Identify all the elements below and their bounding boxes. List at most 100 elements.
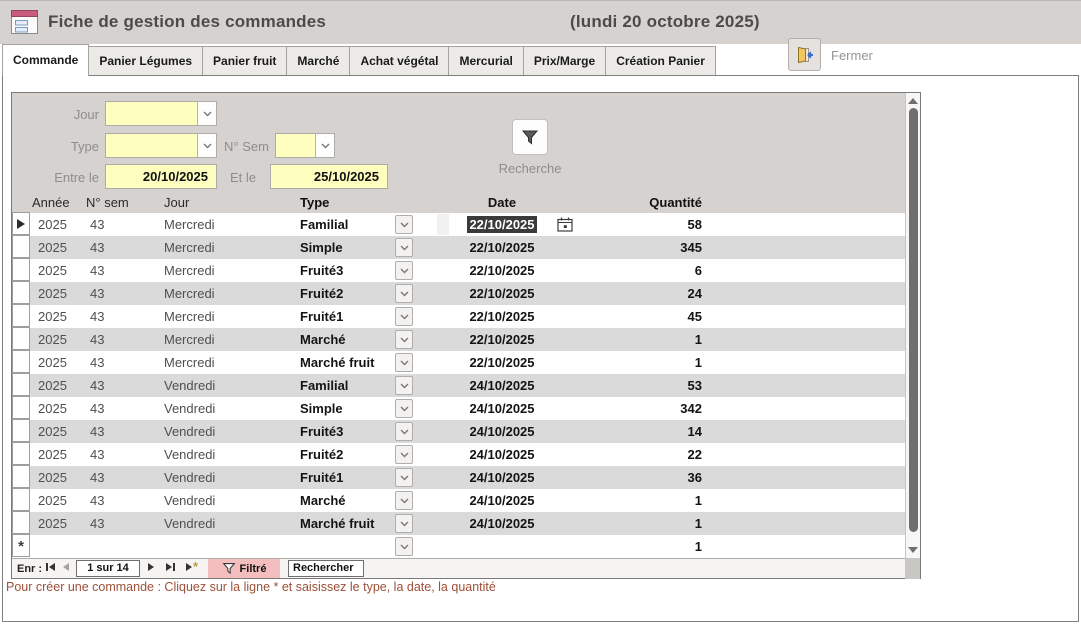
cell-type[interactable]: Fruité1 bbox=[300, 466, 393, 489]
type-dropdown-button[interactable] bbox=[395, 353, 413, 372]
cell-date[interactable]: 24/10/2025 bbox=[449, 397, 555, 420]
record-selector[interactable] bbox=[12, 304, 30, 327]
cell-date[interactable]: 24/10/2025 bbox=[449, 420, 555, 443]
cell-date[interactable]: 22/10/2025 bbox=[449, 236, 555, 259]
cell-date[interactable]: 22/10/2025 bbox=[449, 328, 555, 351]
record-selector[interactable] bbox=[12, 419, 30, 442]
cell-quantite[interactable]: 345 bbox=[604, 236, 702, 259]
tab-march-[interactable]: Marché bbox=[286, 46, 350, 75]
cell-quantite[interactable]: 1 bbox=[604, 351, 702, 374]
record-selector[interactable] bbox=[12, 281, 30, 304]
type-dropdown-button[interactable] bbox=[395, 491, 413, 510]
cell-date[interactable]: 22/10/2025 bbox=[449, 213, 555, 236]
cell-type[interactable]: Simple bbox=[300, 397, 393, 420]
recherche-button[interactable] bbox=[512, 119, 548, 155]
cell-type[interactable]: Fruité2 bbox=[300, 443, 393, 466]
next-record-button[interactable] bbox=[148, 563, 154, 571]
cell-date[interactable]: 24/10/2025 bbox=[449, 512, 555, 535]
type-dropdown-button[interactable] bbox=[395, 284, 413, 303]
type-dropdown-button[interactable] bbox=[395, 330, 413, 349]
cell-date[interactable]: 24/10/2025 bbox=[449, 489, 555, 512]
cell-quantite[interactable]: 53 bbox=[604, 374, 702, 397]
entre-le-date-field[interactable]: 20/10/2025 bbox=[105, 164, 217, 189]
cell-quantite[interactable]: 1 bbox=[604, 535, 702, 558]
cell-quantite[interactable]: 24 bbox=[604, 282, 702, 305]
cell-date[interactable]: 24/10/2025 bbox=[449, 443, 555, 466]
cell-quantite[interactable]: 1 bbox=[604, 328, 702, 351]
tab-cr-ation-panier[interactable]: Création Panier bbox=[605, 46, 716, 75]
scroll-up-arrow[interactable] bbox=[908, 98, 918, 104]
record-selector[interactable] bbox=[12, 258, 30, 281]
cell-date[interactable]: 22/10/2025 bbox=[449, 305, 555, 328]
record-selector[interactable] bbox=[12, 488, 30, 511]
tab-commande[interactable]: Commande bbox=[2, 44, 89, 76]
type-dropdown-button[interactable] bbox=[395, 215, 413, 234]
cell-date[interactable]: 22/10/2025 bbox=[449, 259, 555, 282]
first-record-button[interactable] bbox=[46, 563, 55, 571]
cell-type[interactable]: Marché bbox=[300, 489, 393, 512]
tab-panier-l-gumes[interactable]: Panier Légumes bbox=[88, 46, 203, 75]
cell-type[interactable]: Marché bbox=[300, 328, 393, 351]
tab-panier-fruit[interactable]: Panier fruit bbox=[202, 46, 287, 75]
record-selector[interactable] bbox=[12, 511, 30, 534]
fermer-button[interactable] bbox=[788, 38, 821, 71]
last-record-button[interactable] bbox=[166, 563, 175, 571]
record-selector[interactable] bbox=[12, 350, 30, 373]
tab-prix-marge[interactable]: Prix/Marge bbox=[523, 46, 606, 75]
cell-type[interactable]: Fruité1 bbox=[300, 305, 393, 328]
et-le-date-field[interactable]: 25/10/2025 bbox=[270, 164, 388, 189]
type-dropdown-button[interactable] bbox=[395, 537, 413, 556]
cell-type[interactable]: Fruité2 bbox=[300, 282, 393, 305]
record-selector[interactable] bbox=[12, 373, 30, 396]
num-sem-dropdown-button[interactable] bbox=[315, 134, 334, 157]
cell-quantite[interactable]: 342 bbox=[604, 397, 702, 420]
cell-type[interactable]: Fruité3 bbox=[300, 259, 393, 282]
type-dropdown-button[interactable] bbox=[197, 134, 216, 157]
cell-quantite[interactable]: 36 bbox=[604, 466, 702, 489]
record-selector[interactable] bbox=[12, 465, 30, 488]
cell-quantite[interactable]: 45 bbox=[604, 305, 702, 328]
cell-type[interactable]: Simple bbox=[300, 236, 393, 259]
type-dropdown-button[interactable] bbox=[395, 399, 413, 418]
cell-quantite[interactable]: 58 bbox=[604, 213, 702, 236]
jour-dropdown-button[interactable] bbox=[197, 102, 216, 125]
cell-quantite[interactable]: 1 bbox=[604, 489, 702, 512]
record-selector[interactable] bbox=[12, 396, 30, 419]
cell-date[interactable]: 22/10/2025 bbox=[449, 282, 555, 305]
record-selector[interactable] bbox=[12, 442, 30, 465]
type-combobox[interactable] bbox=[105, 133, 217, 158]
cell-date[interactable]: 22/10/2025 bbox=[449, 351, 555, 374]
cell-type[interactable]: Marché fruit bbox=[300, 512, 393, 535]
record-count-box[interactable]: 1 sur 14 bbox=[76, 560, 140, 577]
record-selector[interactable] bbox=[12, 235, 30, 258]
type-dropdown-button[interactable] bbox=[395, 468, 413, 487]
cell-type[interactable]: Fruité3 bbox=[300, 420, 393, 443]
type-dropdown-button[interactable] bbox=[395, 376, 413, 395]
record-selector[interactable] bbox=[12, 327, 30, 350]
type-dropdown-button[interactable] bbox=[395, 422, 413, 441]
jour-combobox[interactable] bbox=[105, 101, 217, 126]
new-record-selector[interactable]: * bbox=[12, 534, 30, 557]
cell-quantite[interactable]: 6 bbox=[604, 259, 702, 282]
cell-type[interactable]: Familial bbox=[300, 374, 393, 397]
tab-mercurial[interactable]: Mercurial bbox=[448, 46, 523, 75]
type-dropdown-button[interactable] bbox=[395, 514, 413, 533]
filtered-indicator[interactable]: Filtré bbox=[208, 559, 280, 578]
cell-date[interactable]: 24/10/2025 bbox=[449, 374, 555, 397]
type-dropdown-button[interactable] bbox=[395, 261, 413, 280]
cell-quantite[interactable]: 14 bbox=[604, 420, 702, 443]
cell-date[interactable]: 24/10/2025 bbox=[449, 466, 555, 489]
num-sem-combobox[interactable] bbox=[275, 133, 335, 158]
cell-quantite[interactable]: 22 bbox=[604, 443, 702, 466]
record-selector[interactable] bbox=[12, 212, 30, 235]
scrollbar-thumb[interactable] bbox=[909, 108, 918, 532]
vertical-scrollbar[interactable] bbox=[905, 93, 920, 558]
type-dropdown-button[interactable] bbox=[395, 307, 413, 326]
previous-record-button[interactable] bbox=[63, 563, 69, 571]
cell-type[interactable]: Familial bbox=[300, 213, 393, 236]
type-dropdown-button[interactable] bbox=[395, 238, 413, 257]
tab-achat-v-g-tal[interactable]: Achat végétal bbox=[349, 46, 449, 75]
cell-type[interactable]: Marché fruit bbox=[300, 351, 393, 374]
scroll-down-arrow[interactable] bbox=[908, 547, 918, 553]
type-dropdown-button[interactable] bbox=[395, 445, 413, 464]
